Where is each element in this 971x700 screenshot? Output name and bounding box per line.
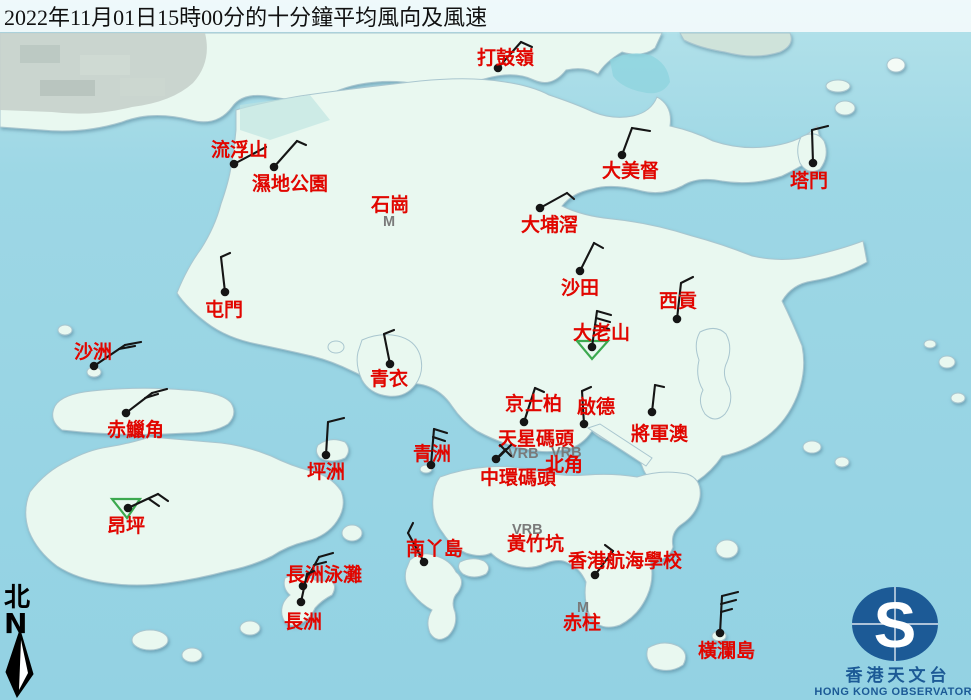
land-peng-chau <box>316 440 348 461</box>
station-label: 長洲泳灘 <box>286 563 362 586</box>
land-port-island <box>887 58 905 72</box>
map-svg: 2022年11月01日15時00分的十分鐘平均風向及風速 打鼓嶺流浮山濕地公園 M… <box>0 0 971 700</box>
land-ninepin-2 <box>951 393 965 403</box>
station-dot-icon <box>270 163 279 172</box>
station-label: 青衣 <box>370 367 408 390</box>
land-ninepin-3 <box>924 340 936 348</box>
station-dot-icon <box>618 151 627 160</box>
station-label: 坪洲 <box>307 461 345 483</box>
station-dot-icon <box>580 420 589 429</box>
land-soko-2 <box>182 648 202 662</box>
station-dot-icon <box>297 598 306 607</box>
station-label: 長洲 <box>284 611 322 633</box>
land-bluff-island <box>803 441 821 453</box>
land-hei-ling-chau <box>342 525 362 541</box>
station-note: M <box>383 214 395 230</box>
station-dot-icon <box>520 418 529 427</box>
map-title: 2022年11月01日15時00分的十分鐘平均風向及風速 <box>4 5 487 30</box>
station-label: 濕地公園 <box>252 172 328 195</box>
station-label: 啟德 <box>577 395 615 418</box>
station-label: 赤柱 <box>563 611 601 634</box>
land-basalt-island <box>835 457 849 467</box>
station-dot-icon <box>536 204 545 213</box>
station-dot-icon <box>386 360 395 369</box>
wind-barb-icon <box>812 130 813 163</box>
station-label: 昂坪 <box>107 515 145 537</box>
station-label: 京士柏 <box>505 392 562 415</box>
station-dot-icon <box>809 159 818 168</box>
land-soko-1 <box>132 630 168 650</box>
station-label: 西貢 <box>659 290 697 312</box>
station-label: 黃竹坑 <box>507 532 564 555</box>
station-dot-icon <box>322 451 331 460</box>
station-dot-icon <box>576 267 585 276</box>
station-dot-icon <box>716 629 725 638</box>
land-crooked-island <box>826 80 850 92</box>
station-label: 流浮山 <box>211 138 268 161</box>
hko-logo-chinese: 香港天文台 <box>846 665 951 686</box>
land-ninepin-1 <box>939 356 955 368</box>
station-dot-icon <box>648 408 657 417</box>
land-po-toi <box>647 643 686 670</box>
station-label: 石崗 <box>370 193 409 216</box>
station-label: 塔門 <box>790 169 828 192</box>
station-label: 將軍澳 <box>631 422 689 445</box>
station-label: 大美督 <box>602 159 659 182</box>
station-label: 屯門 <box>205 298 243 321</box>
hko-logo-english: HONG KONG OBSERVATORY <box>814 686 971 698</box>
station-label: 南丫島 <box>406 537 463 560</box>
station-label: 沙洲 <box>74 341 112 363</box>
land-lung-kwu-chau <box>58 325 72 335</box>
station-label: 大老山 <box>573 321 630 344</box>
station-label: 中環碼頭 <box>480 466 557 489</box>
station-dot-icon <box>492 455 501 464</box>
hko-logo-monogram: S <box>874 589 917 661</box>
land-tung-lung <box>716 540 738 558</box>
station-dot-icon <box>124 504 133 513</box>
station-label: 香港航海學校 <box>567 549 683 572</box>
station-label: 橫瀾島 <box>698 639 755 662</box>
north-letter-label: N <box>4 607 27 640</box>
land-ma-wan <box>328 341 344 353</box>
station-dot-icon <box>221 288 230 297</box>
station-label: 沙田 <box>561 277 599 299</box>
station-label: 赤鱲角 <box>107 418 164 441</box>
station-label: 大埔滘 <box>521 213 578 236</box>
land-grass-island <box>835 101 855 115</box>
station-label: 打鼓嶺 <box>477 46 534 69</box>
station-dot-icon <box>122 409 131 418</box>
station-label: 青洲 <box>413 443 451 465</box>
wind-map-page: 2022年11月01日15時00分的十分鐘平均風向及風速 打鼓嶺流浮山濕地公園 M… <box>0 0 971 700</box>
land-ap-lei-chau <box>459 559 489 577</box>
land-shek-kwu-chau <box>240 621 260 635</box>
station-dot-icon <box>673 315 682 324</box>
